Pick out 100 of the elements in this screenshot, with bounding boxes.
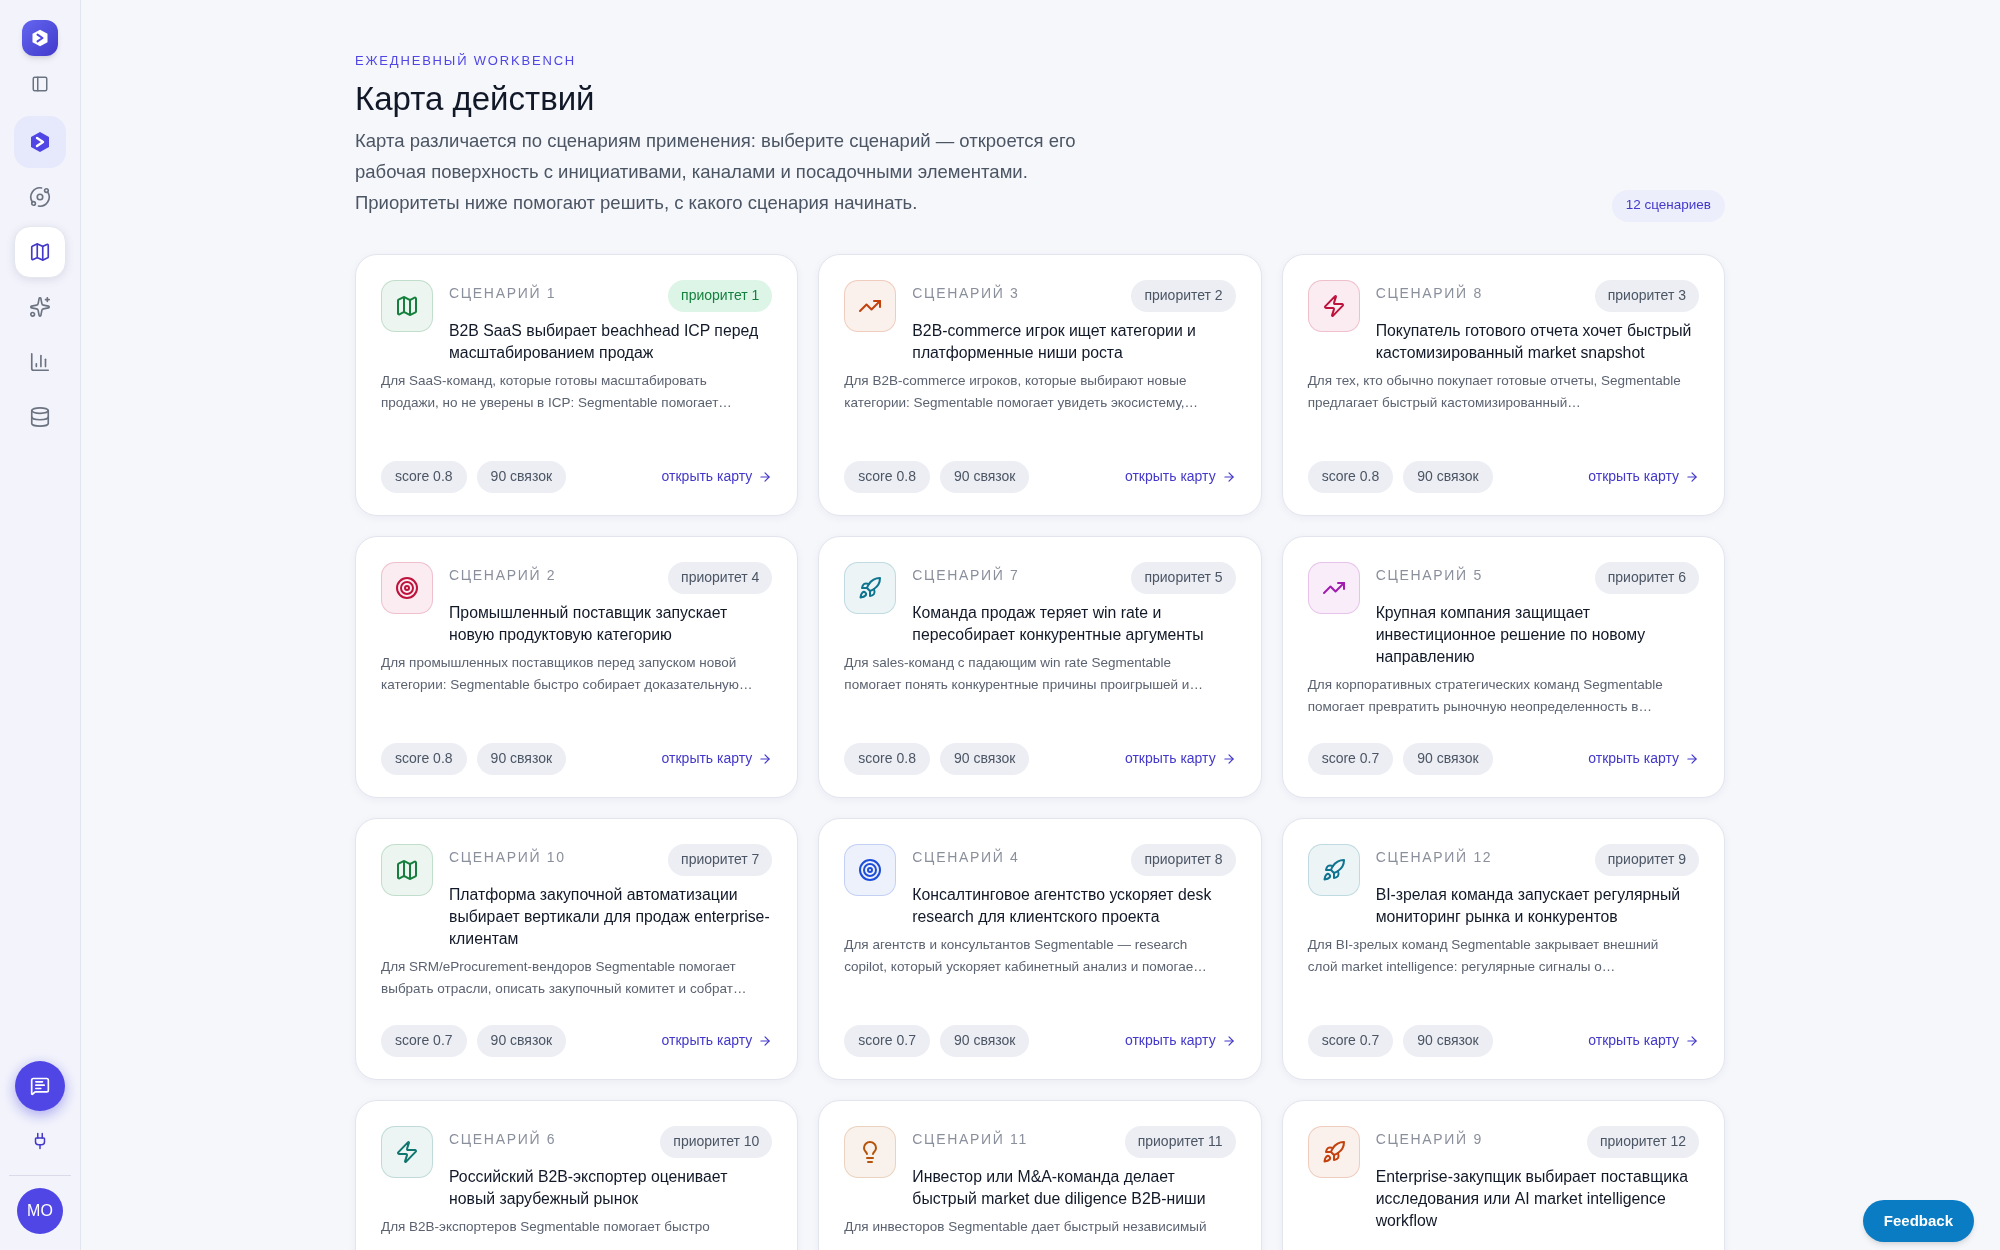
scenario-label: СЦЕНАРИЙ 8 <box>1375 283 1483 303</box>
sparkles-icon <box>29 296 51 318</box>
priority-badge: приоритет 6 <box>1594 561 1699 594</box>
scenario-label: СЦЕНАРИЙ 5 <box>1375 565 1483 585</box>
orbit-icon <box>29 186 51 208</box>
score-tag: score 0.8 <box>381 742 467 775</box>
scenario-card[interactable]: СЦЕНАРИЙ 11 приоритет 11 Инвестор или M&A-команда делает быстрый market due diligence B2B-ниши Для инвесторов Segmentable дает быстрый независимый <box>818 1099 1262 1250</box>
scenario-title: Промышленный поставщик запускает новую продуктовую категорию <box>449 602 729 645</box>
eyebrow-label: ЕЖЕДНЕВНЫЙ WORKBENCH <box>355 52 578 70</box>
scenario-label: СЦЕНАРИЙ 11 <box>912 1129 1028 1149</box>
scenario-title: BI-зрелая команда запускает регулярный мониторинг рынка и конкурентов <box>1375 884 1682 927</box>
chat-icon <box>30 1076 50 1096</box>
scenario-card[interactable] <box>1281 253 1725 516</box>
score-tag: score 0.8 <box>1307 460 1394 493</box>
scenario-card[interactable] <box>355 817 799 1080</box>
priority-badge: приоритет 1 <box>668 279 773 312</box>
scenario-count-badge: 12 сценариев <box>1611 189 1725 222</box>
database-icon <box>29 406 51 428</box>
chat-button[interactable] <box>15 1061 65 1111</box>
scenario-card[interactable] <box>355 535 799 798</box>
rocket-icon <box>1321 857 1346 882</box>
lightning-icon <box>395 1139 419 1164</box>
page-title: Карта действий <box>355 78 596 119</box>
logo-icon <box>30 28 50 48</box>
priority-badge: приоритет 8 <box>1131 843 1236 876</box>
scenario-title: Команда продаж теряет win rate и пересобирает конкурентные аргументы <box>912 602 1205 645</box>
scenario-label: СЦЕНАРИЙ 7 <box>912 565 1020 585</box>
scenario-label: СЦЕНАРИЙ 6 <box>449 1129 557 1149</box>
open-map-link[interactable]: открыть карту <box>1588 748 1699 769</box>
open-map-link[interactable]: открыть карту <box>661 1030 773 1051</box>
score-tag: score 0.8 <box>381 460 467 493</box>
rocket-icon <box>858 575 883 600</box>
scenario-description: Для BI-зрелых команд Segmentable закрывает внешний слой market intelligence: регулярные сигналы о… <box>1307 935 1660 976</box>
scenario-description: Для sales-команд с падающим win rate Segmentable помогает понять конкурентные причины проигрышей и… <box>844 653 1204 694</box>
open-map-link[interactable]: открыть карту <box>1124 748 1236 769</box>
bar-chart-icon <box>29 351 51 373</box>
arrow-right-icon <box>1221 1033 1236 1048</box>
open-map-link[interactable]: открыть карту <box>1124 466 1236 487</box>
scenario-label: СЦЕНАРИЙ 9 <box>1375 1129 1483 1149</box>
scenario-label: СЦЕНАРИЙ 1 <box>449 283 557 303</box>
links-tag: 90 связок <box>939 742 1030 775</box>
priority-badge: приоритет 7 <box>668 843 773 876</box>
nav-item[interactable] <box>14 226 66 278</box>
scenario-card[interactable] <box>1281 535 1725 798</box>
scenario-description: Для инвесторов Segmentable дает быстрый независимый <box>844 1217 1208 1236</box>
scenario-card[interactable] <box>818 817 1262 1080</box>
priority-badge: приоритет 2 <box>1131 279 1236 312</box>
priority-badge: приоритет 5 <box>1131 561 1236 594</box>
feedback-button[interactable]: Feedback <box>1862 1200 1974 1242</box>
page-description: Карта различается по сценариям применения: выберите сценарий — откроется его рабочая поверхность с инициативами, каналами и посадочными элементами. Приоритеты ниже помогают решить, с какого сценария начинать. <box>355 128 1077 215</box>
scenario-title: B2B-commerce игрок ищет категории и платформенные ниши роста <box>912 320 1197 363</box>
map-icon <box>395 293 419 318</box>
scenario-label: СЦЕНАРИЙ 10 <box>449 847 566 867</box>
product-nav-item[interactable] <box>14 116 66 168</box>
score-tag: score 0.8 <box>844 742 930 775</box>
scenario-card[interactable] <box>818 535 1262 798</box>
scenario-label: СЦЕНАРИЙ 3 <box>912 283 1020 303</box>
open-map-link[interactable]: открыть карту <box>1588 466 1699 487</box>
links-tag: 90 связок <box>1403 460 1493 493</box>
scenario-card[interactable] <box>355 253 799 516</box>
score-tag: score 0.8 <box>844 460 930 493</box>
links-tag: 90 связок <box>476 460 567 493</box>
rocket-icon <box>1321 1139 1346 1164</box>
scenario-title: Консалтинговое агентство ускоряет desk research для клиентского проекта <box>912 884 1213 927</box>
scenario-description: Для B2B-экспортеров Segmentable помогает быстро <box>381 1217 711 1236</box>
priority-badge: приоритет 10 <box>660 1125 773 1158</box>
links-tag: 90 связок <box>1403 742 1493 775</box>
scenario-card[interactable]: СЦЕНАРИЙ 9 приоритет 12 Enterprise-закупщик выбирает поставщика исследования или AI market intelligence workflow <box>1281 1099 1725 1250</box>
links-tag: 90 связок <box>939 1024 1030 1057</box>
score-tag: score 0.7 <box>844 1024 930 1057</box>
scenario-title: Покупатель готового отчета хочет быстрый кастомизированный market snapshot <box>1375 320 1693 363</box>
arrow-right-icon <box>758 469 773 484</box>
scenario-title: Инвестор или M&A-команда делает быстрый market due diligence B2B-ниши <box>912 1166 1207 1209</box>
product-icon <box>28 130 52 154</box>
scenario-card[interactable] <box>1281 817 1725 1080</box>
scenario-title: Платформа закупочной автоматизации выбирает вертикали для продаж enterprise-клиентам <box>449 884 771 949</box>
lightning-icon <box>1321 293 1346 318</box>
arrow-right-icon <box>1221 751 1236 766</box>
scenario-label: СЦЕНАРИЙ 2 <box>449 565 557 585</box>
scenario-card[interactable] <box>818 253 1262 516</box>
logo-button[interactable] <box>22 20 58 56</box>
open-map-link[interactable]: открыть карту <box>1124 1030 1236 1051</box>
links-tag: 90 связок <box>476 742 567 775</box>
scenario-description: Для B2B-commerce игроков, которые выбирают новые категории: Segmentable помогает увидеть экосистему,… <box>844 371 1200 412</box>
scenario-description: Для SaaS-команд, которые готовы масштабировать продажи, но не уверены в ICP: Segmentable помогает… <box>381 371 733 412</box>
scenario-title: B2B SaaS выбирает beachhead ICP перед масштабированием продаж <box>449 320 760 363</box>
arrow-right-icon <box>1221 469 1236 484</box>
scenario-card[interactable]: СЦЕНАРИЙ 6 приоритет 10 Российский B2B-экспортер оценивает новый зарубежный рынок Для B2B-экспортеров Segmentable помогает быстро <box>355 1099 799 1250</box>
scenario-description: Для промышленных поставщиков перед запуском новой категории: Segmentable быстро собирает доказательную… <box>381 653 754 694</box>
map-icon <box>395 857 419 882</box>
priority-badge: приоритет 11 <box>1124 1125 1236 1158</box>
target-icon <box>858 857 883 882</box>
open-map-link[interactable]: открыть карту <box>1588 1030 1699 1051</box>
scenario-label: СЦЕНАРИЙ 4 <box>912 847 1020 867</box>
open-map-link[interactable]: открыть карту <box>661 466 773 487</box>
map-icon <box>29 241 51 263</box>
panel-toggle-icon <box>31 75 49 93</box>
links-tag: 90 связок <box>1403 1024 1493 1057</box>
user-avatar[interactable]: MO <box>17 1188 63 1234</box>
open-map-link[interactable]: открыть карту <box>661 748 773 769</box>
